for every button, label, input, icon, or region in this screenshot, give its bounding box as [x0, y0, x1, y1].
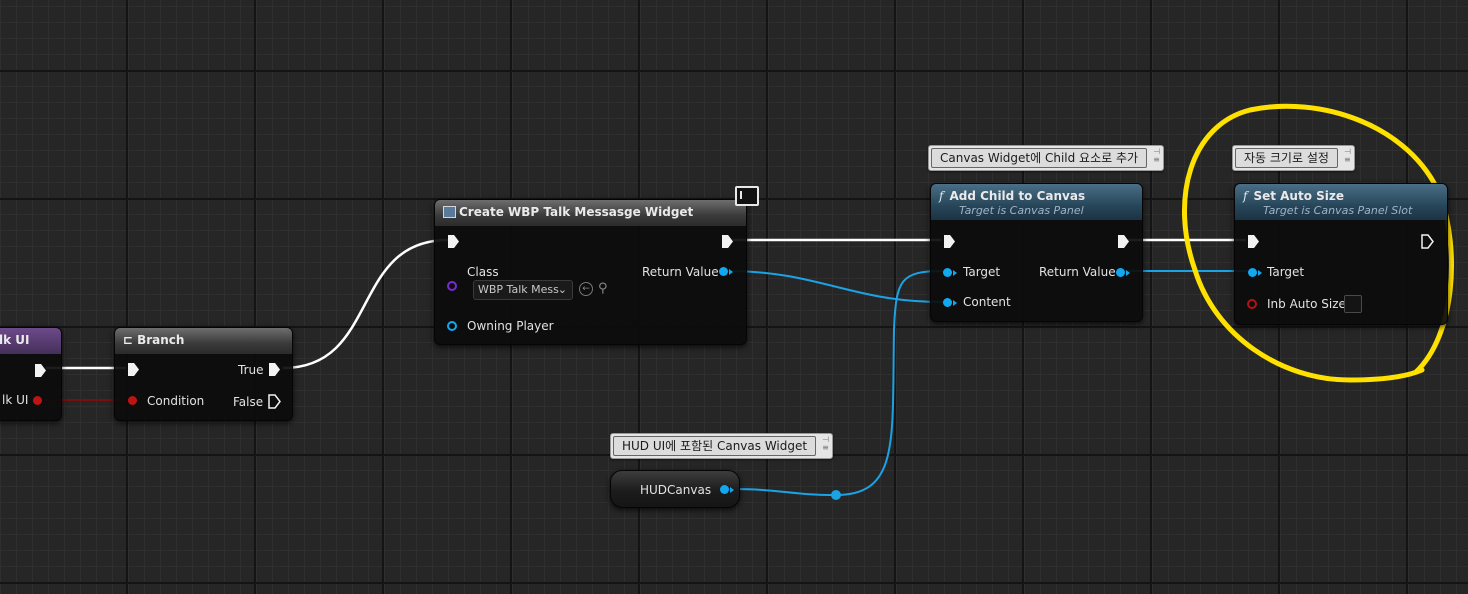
object-wire-reroute-to-target: [835, 270, 944, 496]
add-child-target-label: Target: [963, 265, 1001, 279]
comment-add-child[interactable]: Canvas Widget에 Child 요소로 추가 ⊣ ≡: [928, 145, 1165, 171]
set-auto-size-target-label: Target: [1267, 265, 1305, 279]
owning-player-pin[interactable]: [447, 321, 457, 331]
create-widget-class-pin[interactable]: [447, 281, 457, 291]
comment-hud-canvas[interactable]: HUD UI에 포함된 Canvas Widget ⊣ ≡: [610, 433, 834, 459]
set-auto-size-target-pin-arrow: [1258, 270, 1262, 276]
comment-hud-canvas-text: HUD UI에 포함된 Canvas Widget: [613, 436, 817, 456]
comment-set-auto-size[interactable]: 자동 크기로 설정 ⊣ ≡: [1232, 145, 1355, 171]
add-child-content-pin-arrow: [953, 300, 957, 306]
exec-wire-branch-to-create: [282, 238, 449, 370]
event-node-title: lk UI: [0, 328, 61, 354]
add-child-node[interactable]: f Add Child to Canvas Target is Canvas Pa…: [930, 183, 1143, 322]
add-child-header: f Add Child to Canvas Target is Canvas Pa…: [931, 184, 1142, 220]
event-output-label: lk UI: [2, 393, 29, 407]
create-widget-header: Create WBP Talk Messasge Widget: [435, 200, 746, 226]
monitor-icon: [735, 186, 759, 206]
add-child-exec-in-pin[interactable]: [944, 235, 955, 248]
comment-set-auto-size-text: 자동 크기로 설정: [1235, 148, 1338, 168]
add-child-target-pin[interactable]: [943, 268, 952, 277]
set-auto-size-node[interactable]: f Set Auto Size Target is Canvas Panel Sl…: [1234, 183, 1448, 325]
hud-canvas-out-pin[interactable]: [720, 485, 729, 494]
set-auto-size-header: f Set Auto Size Target is Canvas Panel Sl…: [1235, 184, 1447, 220]
branch-true-exec-out-pin[interactable]: [269, 363, 280, 376]
object-wire-return-to-content: [726, 270, 944, 303]
add-child-return-label: Return Value: [1039, 265, 1116, 279]
add-child-return-pin[interactable]: [1116, 268, 1125, 277]
create-widget-return-pin[interactable]: [719, 267, 728, 276]
class-dropdown-value: WBP Talk Mess: [478, 283, 559, 296]
class-dropdown[interactable]: WBP Talk Mess ⌄: [473, 280, 573, 300]
comment-add-child-text: Canvas Widget에 Child 요소로 추가: [931, 148, 1148, 168]
search-icon[interactable]: ⚲: [598, 282, 608, 295]
create-widget-return-pin-arrow: [729, 269, 733, 275]
event-bool-out-pin[interactable]: [33, 396, 42, 405]
create-widget-exec-in-pin[interactable]: [448, 235, 459, 248]
comment-pin-icon[interactable]: ⊣ ≡: [1344, 148, 1351, 164]
add-child-target-pin-arrow: [953, 270, 957, 276]
create-widget-exec-out-pin[interactable]: [722, 235, 733, 248]
add-child-return-pin-arrow: [1126, 270, 1130, 276]
branch-false-label: False: [233, 395, 264, 409]
function-icon: f: [939, 189, 944, 203]
set-auto-size-subtitle: Target is Canvas Panel Slot: [1263, 204, 1413, 217]
add-child-exec-out-pin[interactable]: [1118, 235, 1129, 248]
hud-canvas-variable-node[interactable]: HUDCanvas: [610, 470, 740, 508]
browse-arrow-icon[interactable]: ←: [579, 282, 593, 296]
create-widget-return-label: Return Value: [642, 265, 719, 279]
branch-true-label: True: [238, 363, 264, 377]
comment-pin-icon[interactable]: ⊣ ≡: [822, 436, 829, 452]
branch-condition-pin[interactable]: [128, 396, 137, 405]
hud-canvas-label: HUDCanvas: [640, 483, 712, 497]
object-wire-hudcanvas-to-reroute: [732, 488, 837, 496]
add-child-subtitle: Target is Canvas Panel: [959, 204, 1084, 217]
branch-exec-in-pin[interactable]: [128, 363, 139, 376]
inb-auto-size-checkbox[interactable]: [1344, 295, 1362, 313]
hud-canvas-out-pin-arrow: [730, 487, 734, 493]
create-widget-title: Create WBP Talk Messasge Widget: [459, 205, 694, 219]
comment-pin-icon[interactable]: ⊣ ≡: [1153, 148, 1160, 164]
inb-auto-size-pin[interactable]: [1247, 299, 1257, 309]
function-icon: f: [1243, 189, 1248, 203]
branch-node[interactable]: ⊏ Branch True Condition False: [114, 327, 293, 421]
add-child-content-pin[interactable]: [943, 298, 952, 307]
widget-icon: [443, 206, 456, 218]
add-child-title: Add Child to Canvas: [949, 189, 1086, 203]
branch-title: Branch: [137, 333, 185, 347]
add-child-content-label: Content: [963, 295, 1011, 309]
set-auto-size-target-pin[interactable]: [1248, 268, 1257, 277]
event-node-partial[interactable]: lk UI lk UI: [0, 327, 62, 421]
owning-player-label: Owning Player: [467, 319, 554, 333]
inb-auto-size-label: Inb Auto Size: [1267, 297, 1346, 311]
set-auto-size-exec-out-pin[interactable]: [1421, 234, 1434, 249]
branch-false-exec-out-pin[interactable]: [268, 394, 281, 409]
create-widget-class-label: Class: [467, 265, 499, 279]
create-widget-node[interactable]: Create WBP Talk Messasge Widget Class WB…: [434, 199, 747, 345]
branch-icon: ⊏: [123, 333, 134, 347]
branch-condition-label: Condition: [147, 394, 205, 408]
set-auto-size-exec-in-pin[interactable]: [1248, 235, 1259, 248]
branch-node-header: ⊏ Branch: [115, 328, 292, 354]
chevron-down-icon: ⌄: [557, 283, 567, 296]
event-exec-out-pin[interactable]: [35, 364, 46, 377]
set-auto-size-title: Set Auto Size: [1253, 189, 1345, 203]
reroute-knot[interactable]: [831, 490, 841, 500]
